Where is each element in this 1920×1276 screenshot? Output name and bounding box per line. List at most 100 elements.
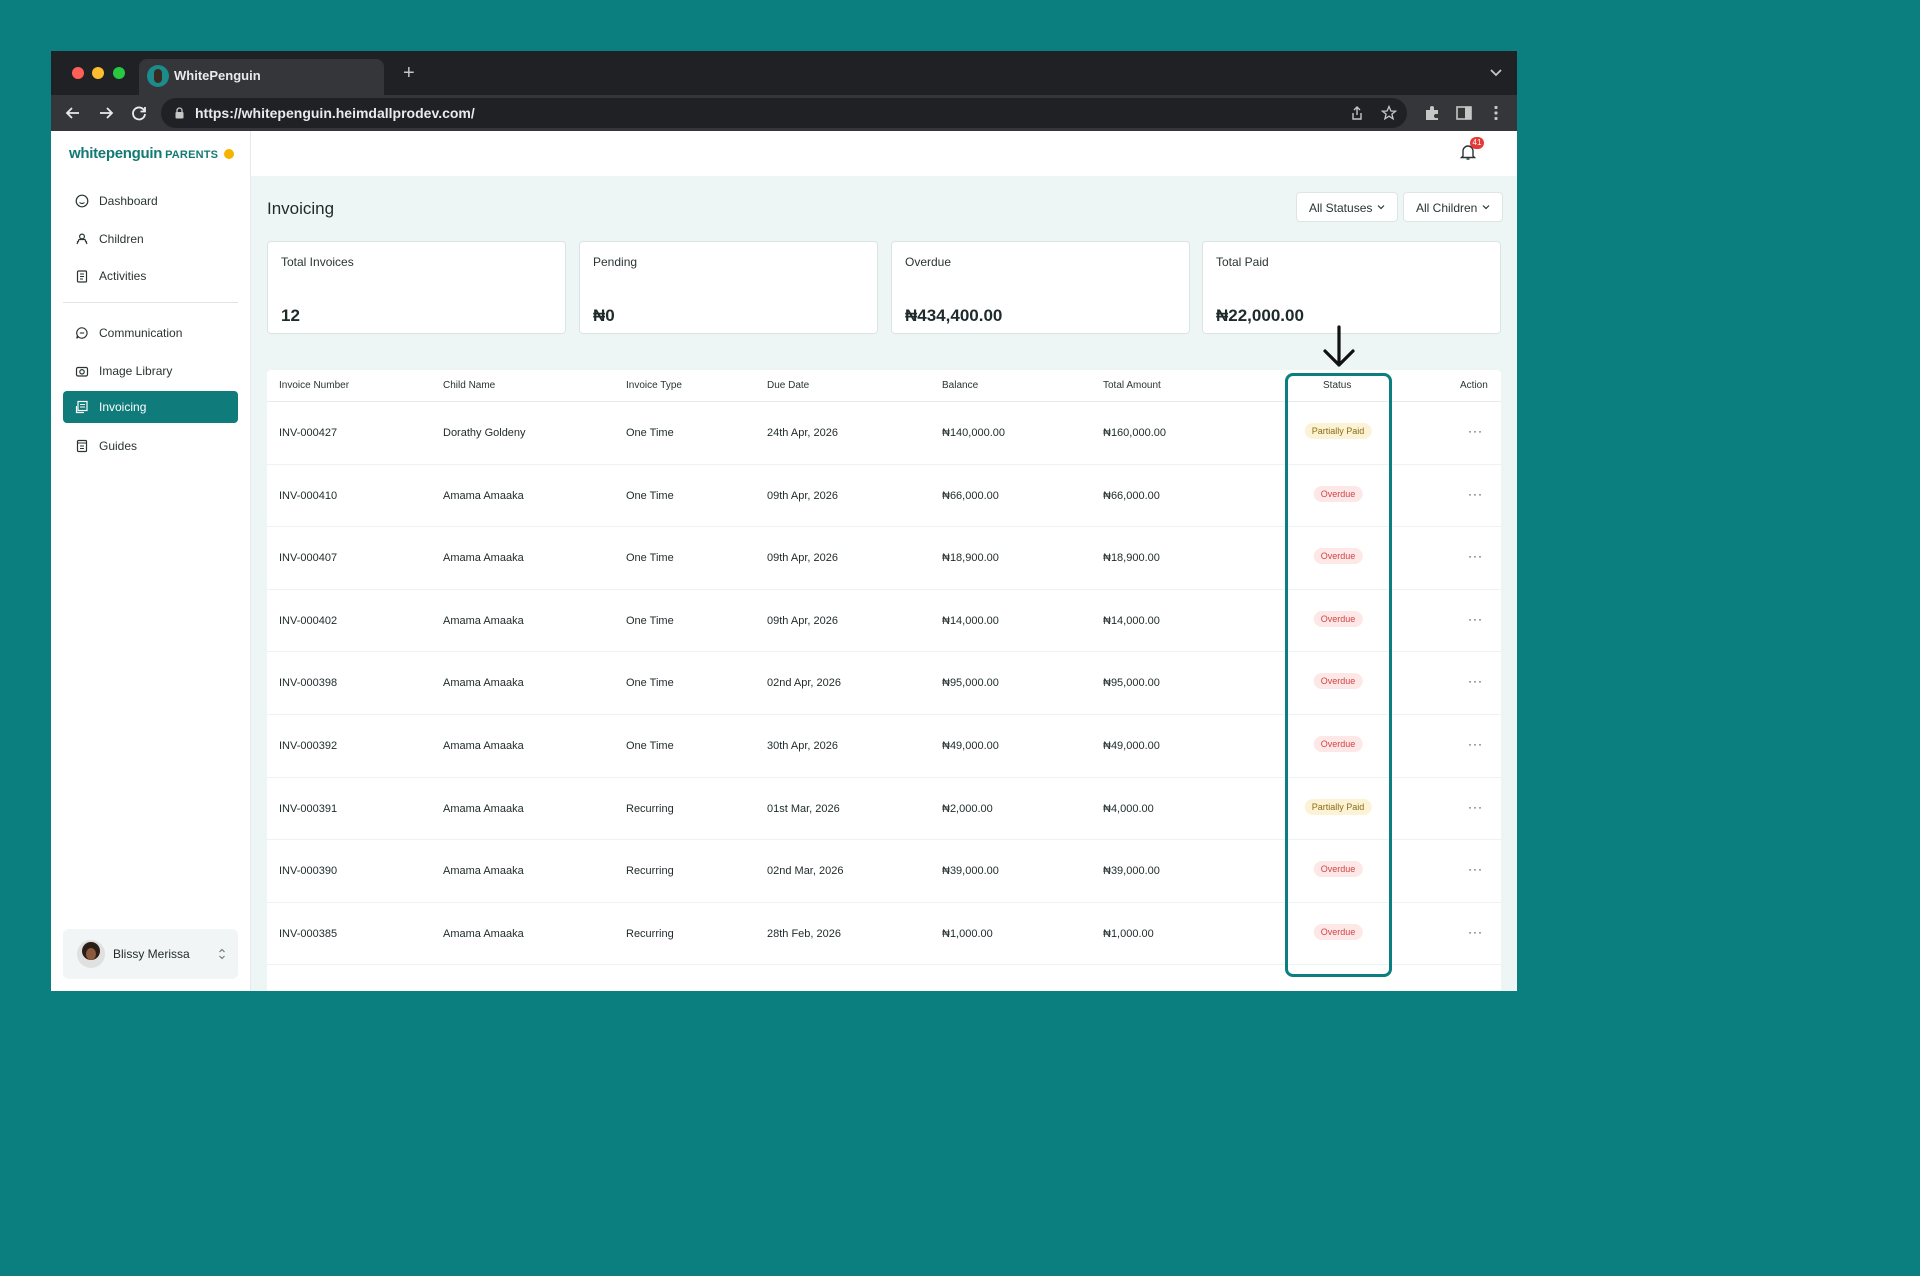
card-value: ₦0 [593, 306, 615, 325]
due-date-cell: 09th Apr, 2026 [767, 489, 838, 502]
notification-badge: 41 [1470, 137, 1484, 149]
summary-card-pending: Pending ₦0 [579, 241, 878, 334]
column-header-invoice-type[interactable]: Invoice Type [626, 380, 682, 391]
invoice-icon [75, 400, 88, 414]
balance-cell: ₦95,000.00 [942, 677, 999, 690]
column-header-due-date[interactable]: Due Date [767, 380, 809, 391]
browser-tab[interactable]: WhitePenguin [139, 59, 384, 95]
total-amount-cell: ₦39,000.00 [1103, 865, 1160, 878]
status-badge: Overdue [1313, 736, 1363, 752]
sidebar-item-dashboard[interactable]: Dashboard [63, 185, 238, 217]
row-actions-menu-icon[interactable]: ··· [1468, 487, 1483, 501]
balance-cell: ₦66,000.00 [942, 489, 999, 502]
table-row[interactable]: INV-000407 Amama Amaaka One Time 09th Apr, … [267, 527, 1501, 590]
sidebar-item-invoicing[interactable]: Invoicing [63, 391, 238, 423]
invoice-table: Invoice Number Child Name Invoice Type D… [267, 370, 1501, 991]
summary-card-total-invoices: Total Invoices 12 [267, 241, 566, 334]
sidebar-item-image-library[interactable]: Image Library [63, 355, 238, 387]
sidebar-item-label: Image Library [99, 364, 173, 378]
total-amount-cell: ₦160,000.00 [1103, 427, 1166, 439]
column-header-child-name[interactable]: Child Name [443, 380, 495, 391]
table-row[interactable]: INV-000402 Amama Amaaka One Time 09th Apr, … [267, 590, 1501, 653]
column-header-balance[interactable]: Balance [942, 380, 978, 391]
sidebar-item-communication[interactable]: Communication [63, 317, 238, 349]
table-row[interactable]: INV-000391 Amama Amaaka Recurring 01st Mar,… [267, 778, 1501, 841]
sidebar-item-activities[interactable]: Activities [63, 260, 238, 292]
child-name-cell: Amama Amaaka [443, 802, 524, 815]
row-actions-menu-icon[interactable]: ··· [1468, 737, 1483, 751]
due-date-cell: 02nd Mar, 2026 [767, 865, 844, 878]
sidebar-item-children[interactable]: Children [63, 223, 238, 255]
column-header-invoice-number[interactable]: Invoice Number [279, 380, 349, 391]
kebab-menu-icon[interactable] [1487, 104, 1505, 122]
lock-icon [175, 107, 184, 119]
sidebar-item-label: Communication [99, 326, 183, 340]
table-row[interactable]: INV-000385 Amama Amaaka Recurring 28th Feb,… [267, 903, 1501, 966]
balance-cell: ₦14,000.00 [942, 614, 999, 627]
minimize-window-button[interactable] [92, 67, 104, 79]
column-header-status[interactable]: Status [1323, 380, 1351, 391]
status-badge: Overdue [1313, 861, 1363, 878]
total-amount-cell: ₦14,000.00 [1103, 614, 1160, 627]
sidebar-item-label: Guides [99, 439, 138, 453]
child-name-cell: Amama Amaaka [443, 677, 524, 690]
children-filter-dropdown[interactable]: All Children [1403, 192, 1504, 222]
row-actions-menu-icon[interactable]: ··· [1468, 862, 1483, 876]
invoice-type-cell: Recurring [626, 927, 674, 940]
invoice-type-cell: One Time [626, 740, 674, 752]
close-window-button[interactable] [72, 67, 84, 79]
invoice-number-cell: INV-000410 [279, 489, 338, 502]
status-filter-dropdown[interactable]: All Statuses [1296, 192, 1399, 222]
column-header-total-amount[interactable]: Total Amount [1103, 380, 1161, 391]
maximize-window-button[interactable] [113, 67, 125, 79]
avatar [77, 940, 105, 968]
back-arrow-icon[interactable] [63, 103, 83, 123]
plus-icon[interactable]: + [403, 63, 415, 83]
card-label: Total Invoices [281, 255, 354, 269]
brand-logo[interactable]: whitepenguin PARENTS [69, 145, 235, 162]
forward-arrow-icon[interactable] [96, 103, 116, 123]
status-badge: Overdue [1313, 485, 1363, 502]
summary-card-overdue: Overdue ₦434,400.00 [891, 241, 1190, 334]
card-label: Pending [593, 255, 638, 269]
camera-icon [75, 366, 89, 377]
total-amount-cell: ₦95,000.00 [1103, 677, 1160, 690]
total-amount-cell: ₦49,000.00 [1103, 740, 1160, 752]
summary-card-total-paid: Total Paid ₦22,000.00 [1202, 241, 1501, 334]
invoice-number-cell: INV-000391 [279, 802, 338, 815]
invoice-number-cell: INV-000407 [279, 552, 338, 565]
balance-cell: ₦39,000.00 [942, 865, 999, 878]
reload-icon[interactable] [129, 103, 149, 123]
column-header-action: Action [1460, 380, 1488, 391]
table-row[interactable]: INV-000392 Amama Amaaka One Time 30th Apr, … [267, 715, 1501, 778]
status-badge: Overdue [1313, 610, 1363, 627]
row-actions-menu-icon[interactable]: ··· [1468, 612, 1483, 626]
star-icon[interactable] [1381, 105, 1397, 121]
favicon-icon [147, 65, 169, 87]
user-profile-switcher[interactable]: Blissy Merissa [63, 929, 238, 979]
table-row[interactable]: INV-000398 Amama Amaaka One Time 02nd Apr, … [267, 652, 1501, 715]
child-name-cell: Amama Amaaka [443, 740, 524, 752]
brand-name: whitepenguin [69, 145, 163, 162]
status-badge: Partially Paid [1304, 798, 1372, 815]
tab-title: WhitePenguin [174, 68, 261, 83]
row-actions-menu-icon[interactable]: ··· [1468, 424, 1483, 438]
chevron-down-icon [1482, 205, 1490, 210]
side-panel-icon[interactable] [1455, 104, 1473, 122]
table-row[interactable]: INV-000410 Amama Amaaka One Time 09th Apr, … [267, 465, 1501, 528]
row-actions-menu-icon[interactable]: ··· [1468, 800, 1483, 814]
balance-cell: ₦49,000.00 [942, 740, 999, 752]
child-name-cell: Amama Amaaka [443, 489, 524, 502]
row-actions-menu-icon[interactable]: ··· [1468, 549, 1483, 563]
share-icon[interactable] [1349, 105, 1365, 121]
table-row[interactable]: INV-000427 Dorathy Goldeny One Time 24th Ap… [267, 402, 1501, 465]
invoice-type-cell: Recurring [626, 802, 674, 815]
address-bar[interactable]: https://whitepenguin.heimdallprodev.com/ [161, 98, 1407, 128]
chevron-down-icon[interactable] [1489, 65, 1503, 79]
table-header: Invoice Number Child Name Invoice Type D… [267, 370, 1501, 402]
row-actions-menu-icon[interactable]: ··· [1468, 925, 1483, 939]
table-row[interactable]: INV-000390 Amama Amaaka Recurring 02nd Mar,… [267, 840, 1501, 903]
row-actions-menu-icon[interactable]: ··· [1468, 674, 1483, 688]
sidebar-item-guides[interactable]: Guides [63, 430, 238, 462]
extensions-icon[interactable] [1423, 104, 1441, 122]
